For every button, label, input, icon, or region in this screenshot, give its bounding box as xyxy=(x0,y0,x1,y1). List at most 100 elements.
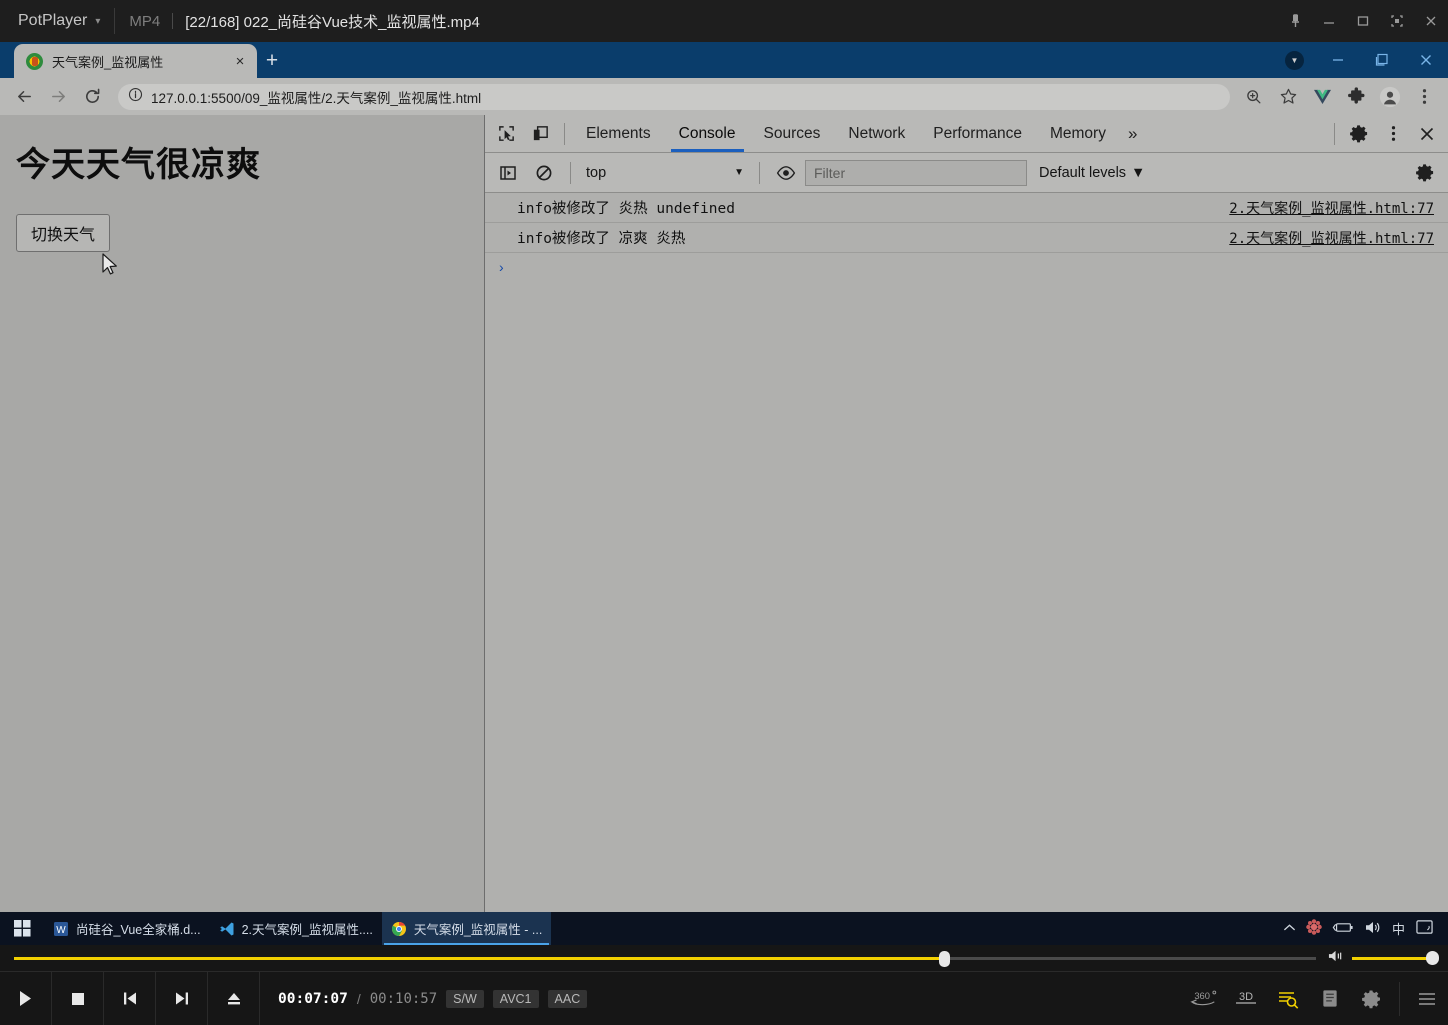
profile-avatar-icon[interactable] xyxy=(1374,81,1406,113)
console-context-select[interactable]: top ▼ xyxy=(580,161,750,185)
vr-360-button[interactable]: 360 xyxy=(1183,972,1225,1025)
console-sidebar-icon[interactable] xyxy=(491,156,525,190)
settings-gear-icon[interactable] xyxy=(1342,117,1376,151)
notification-icon[interactable] xyxy=(1415,919,1434,939)
tray-app-icon[interactable] xyxy=(1306,919,1322,938)
forward-arrow-icon[interactable] xyxy=(42,81,74,113)
more-tabs-icon[interactable]: » xyxy=(1120,115,1145,152)
next-button[interactable] xyxy=(156,971,208,1025)
extensions-icon[interactable] xyxy=(1340,81,1372,113)
divider xyxy=(570,161,571,184)
battery-icon[interactable] xyxy=(1332,921,1354,937)
console-prompt[interactable]: › xyxy=(485,253,1448,281)
volume-icon[interactable] xyxy=(1364,920,1382,938)
new-tab-button[interactable]: + xyxy=(257,44,287,78)
time-separator: / xyxy=(356,990,361,1007)
chrome-toolbar-actions xyxy=(1238,81,1440,113)
vue-devtools-icon[interactable] xyxy=(1306,81,1338,113)
inspect-element-icon[interactable] xyxy=(489,117,523,151)
chrome-toolbar: 127.0.0.1:5500/09_监视属性/2.天气案例_监视属性.html xyxy=(0,78,1448,115)
video-codec-badge: AVC1 xyxy=(492,989,539,1008)
chevron-down-icon[interactable]: ▾ xyxy=(95,16,100,27)
potplayer-brand[interactable]: PotPlayer ▾ xyxy=(0,12,100,30)
divider xyxy=(172,13,174,29)
total-time: 00:10:57 xyxy=(369,990,438,1007)
chevron-down-icon: ▼ xyxy=(1131,164,1146,181)
volume-icon[interactable] xyxy=(1328,949,1345,968)
tab-console[interactable]: Console xyxy=(665,115,750,152)
windows-start-icon[interactable] xyxy=(0,912,44,945)
maximize-icon[interactable] xyxy=(1346,0,1380,42)
volume-area xyxy=(1328,949,1439,968)
console-output[interactable]: info被修改了 炎热 undefined 2.天气案例_监视属性.html:7… xyxy=(485,193,1448,912)
site-info-icon[interactable] xyxy=(128,87,143,107)
console-settings-gear-icon[interactable] xyxy=(1408,156,1442,190)
tray-overflow-chevron-icon[interactable] xyxy=(1283,921,1296,936)
volume-handle[interactable] xyxy=(1426,951,1439,965)
seek-handle[interactable] xyxy=(938,951,950,967)
address-bar[interactable]: 127.0.0.1:5500/09_监视属性/2.天气案例_监视属性.html xyxy=(118,83,1230,110)
console-levels-label: Default levels xyxy=(1039,164,1127,181)
taskbar-item-label: 尚硅谷_Vue全家桶.d... xyxy=(76,923,201,937)
close-tab-icon[interactable]: × xyxy=(231,52,249,70)
potplayer-brand-label: PotPlayer xyxy=(18,12,88,29)
previous-button[interactable] xyxy=(104,971,156,1025)
browser-tab[interactable]: 天气案例_监视属性 × xyxy=(14,44,257,78)
stop-button[interactable] xyxy=(52,971,104,1025)
taskbar-item-chrome[interactable]: 天气案例_监视属性 - ... xyxy=(381,912,552,945)
toggle-weather-button[interactable]: 切换天气 xyxy=(16,214,111,252)
clear-console-icon[interactable] xyxy=(527,156,561,190)
fullscreen-icon[interactable] xyxy=(1380,0,1414,42)
back-arrow-icon[interactable] xyxy=(8,81,40,113)
chrome-window-controls: ▼ xyxy=(1285,42,1448,78)
taskbar-item-vscode[interactable]: 2.天气案例_监视属性.... xyxy=(210,912,382,945)
decoder-badge: S/W xyxy=(446,989,484,1008)
tab-performance[interactable]: Performance xyxy=(919,115,1036,152)
close-icon[interactable] xyxy=(1404,42,1448,78)
tab-network[interactable]: Network xyxy=(834,115,919,152)
potplayer-file-title: [22/168] 022_尚硅谷Vue技术_监视属性.mp4 xyxy=(185,13,480,31)
preferences-gear-icon[interactable] xyxy=(1351,972,1393,1025)
tab-memory[interactable]: Memory xyxy=(1036,115,1120,152)
screen: PotPlayer ▾ MP4 [22/168] 022_尚硅谷Vue技术_监视… xyxy=(0,0,1448,1025)
bookmark-star-icon[interactable] xyxy=(1272,81,1304,113)
profile-status-icon[interactable]: ▼ xyxy=(1285,50,1304,70)
ime-indicator[interactable]: 中 xyxy=(1392,919,1405,938)
playlist-icon[interactable] xyxy=(1309,972,1351,1025)
reload-icon[interactable] xyxy=(76,81,108,113)
tab-sources[interactable]: Sources xyxy=(750,115,835,152)
chrome-menu-icon[interactable] xyxy=(1408,81,1440,113)
chrome-icon xyxy=(391,921,407,937)
console-log-row[interactable]: info被修改了 凉爽 炎热 2.天气案例_监视属性.html:77 xyxy=(485,223,1448,253)
taskbar-item-word[interactable]: W 尚硅谷_Vue全家桶.d... xyxy=(44,912,210,945)
console-filter-input[interactable]: Filter xyxy=(805,159,1027,186)
console-log-source-link[interactable]: 2.天气案例_监视属性.html:77 xyxy=(1229,228,1434,248)
console-log-row[interactable]: info被修改了 炎热 undefined 2.天气案例_监视属性.html:7… xyxy=(485,193,1448,223)
close-devtools-icon[interactable] xyxy=(1410,117,1444,151)
seek-bar[interactable] xyxy=(14,951,1316,967)
subtitle-search-icon[interactable] xyxy=(1267,972,1309,1025)
console-levels-dropdown[interactable]: Default levels ▼ xyxy=(1029,165,1155,181)
volume-slider[interactable] xyxy=(1352,951,1439,965)
potplayer-format-label: MP4 xyxy=(129,12,161,30)
potplayer-right-tools: 360 3D xyxy=(1183,972,1448,1025)
pin-icon[interactable] xyxy=(1278,0,1312,42)
menu-icon[interactable] xyxy=(1406,972,1448,1025)
close-icon[interactable] xyxy=(1414,0,1448,42)
word-icon: W xyxy=(53,921,69,937)
devtools-menu-icon[interactable] xyxy=(1376,117,1410,151)
zoom-in-icon[interactable] xyxy=(1238,81,1270,113)
minimize-icon[interactable] xyxy=(1316,42,1360,78)
page-title: 今天天气很凉爽 xyxy=(16,146,261,184)
devtools-tabbar-actions xyxy=(1327,117,1444,151)
play-button[interactable] xyxy=(0,971,52,1025)
live-expression-eye-icon[interactable] xyxy=(769,156,803,190)
tab-elements[interactable]: Elements xyxy=(572,115,665,152)
console-log-source-link[interactable]: 2.天气案例_监视属性.html:77 xyxy=(1229,198,1434,218)
minimize-icon[interactable] xyxy=(1312,0,1346,42)
eject-button[interactable] xyxy=(208,971,260,1025)
device-toolbar-icon[interactable] xyxy=(523,117,557,151)
web-page-viewport: 今天天气很凉爽 切换天气 xyxy=(0,115,485,912)
stereo-3d-button[interactable]: 3D xyxy=(1225,972,1267,1025)
maximize-icon[interactable] xyxy=(1360,42,1404,78)
